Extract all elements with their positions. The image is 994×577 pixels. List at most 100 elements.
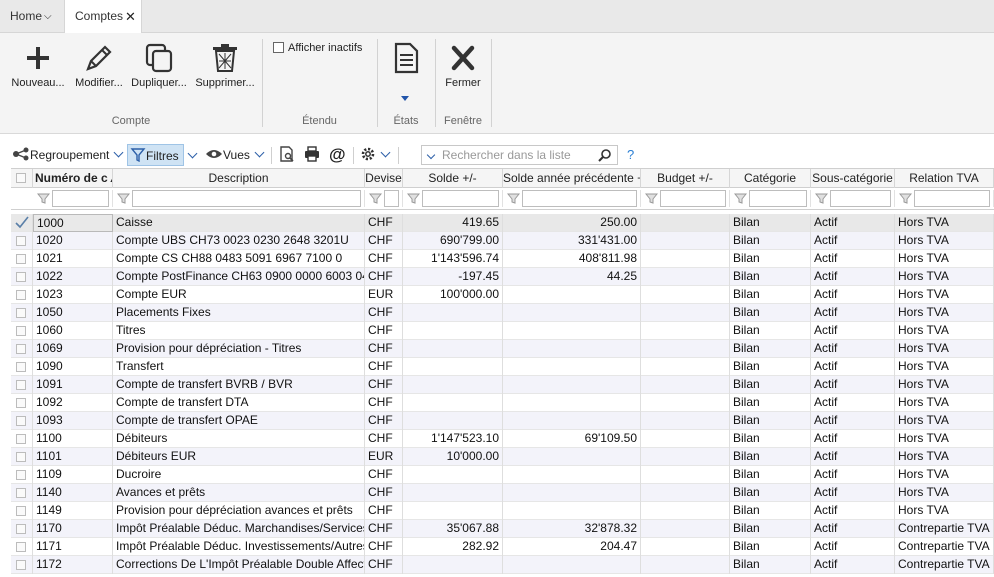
row-checkbox[interactable] bbox=[16, 272, 26, 282]
cell-num[interactable]: 1100 bbox=[33, 430, 113, 448]
cell-num[interactable]: 1000 bbox=[33, 214, 113, 232]
cell-desc[interactable]: Transfert bbox=[113, 358, 365, 376]
cell-tva[interactable]: Contrepartie TVA bbox=[895, 556, 994, 574]
cell-sous[interactable]: Actif bbox=[811, 538, 895, 556]
modifier-button[interactable]: Modifier... bbox=[72, 41, 126, 89]
cell-devise[interactable]: CHF bbox=[365, 322, 403, 340]
email-button[interactable]: @ bbox=[329, 144, 346, 166]
nouveau-button[interactable]: Nouveau... bbox=[10, 41, 66, 89]
cell-prec[interactable] bbox=[503, 484, 641, 502]
table-row[interactable]: 1091 Compte de transfert BVRB / BVR CHF Bil… bbox=[11, 376, 994, 394]
close-tab-icon[interactable]: ✕ bbox=[125, 0, 136, 33]
afficher-inactifs-checkbox[interactable]: Afficher inactifs bbox=[273, 42, 362, 54]
cell-sous[interactable]: Actif bbox=[811, 556, 895, 574]
col-categorie[interactable]: Catégorie bbox=[730, 169, 811, 188]
cell-devise[interactable]: EUR bbox=[365, 448, 403, 466]
cell-tva[interactable]: Hors TVA bbox=[895, 448, 994, 466]
cell-prec[interactable] bbox=[503, 358, 641, 376]
cell-desc[interactable]: Compte de transfert BVRB / BVR bbox=[113, 376, 365, 394]
table-row[interactable]: 1022 Compte PostFinance CH63 0900 0000 60… bbox=[11, 268, 994, 286]
cell-sous[interactable]: Actif bbox=[811, 322, 895, 340]
cell-prec[interactable] bbox=[503, 502, 641, 520]
cell-tva[interactable]: Hors TVA bbox=[895, 268, 994, 286]
filter-icon[interactable] bbox=[117, 193, 130, 204]
cell-tva[interactable]: Hors TVA bbox=[895, 394, 994, 412]
filter-input[interactable] bbox=[660, 190, 726, 207]
col-solde[interactable]: Solde +/- bbox=[403, 169, 503, 188]
vues-button[interactable]: Vues bbox=[205, 144, 265, 166]
table-row[interactable]: 1069 Provision pour dépréciation - Titres… bbox=[11, 340, 994, 358]
cell-num[interactable]: 1091 bbox=[33, 376, 113, 394]
filter-input[interactable] bbox=[914, 190, 990, 207]
row-checkbox[interactable] bbox=[16, 290, 26, 300]
chevron-down-icon[interactable] bbox=[380, 147, 391, 158]
table-row[interactable]: 1021 Compte CS CH88 0483 5091 6967 7100 0… bbox=[11, 250, 994, 268]
filter-cell-budget[interactable] bbox=[641, 190, 730, 207]
print-button[interactable] bbox=[303, 144, 321, 166]
cell-cat[interactable]: Bilan bbox=[730, 304, 811, 322]
filter-cell-prec[interactable] bbox=[503, 190, 641, 207]
cell-devise[interactable]: CHF bbox=[365, 304, 403, 322]
row-checkbox[interactable] bbox=[16, 326, 26, 336]
row-checkbox[interactable] bbox=[16, 560, 26, 570]
cell-sous[interactable]: Actif bbox=[811, 340, 895, 358]
filter-icon[interactable] bbox=[815, 193, 828, 204]
chevron-down-icon[interactable] bbox=[254, 147, 265, 158]
tab-home[interactable]: Home ⌵ bbox=[0, 0, 64, 33]
table-row[interactable]: 1050 Placements Fixes CHF Bilan Actif Hors TV… bbox=[11, 304, 994, 322]
cell-sous[interactable]: Actif bbox=[811, 448, 895, 466]
row-checkbox[interactable] bbox=[16, 254, 26, 264]
filter-input[interactable] bbox=[422, 190, 499, 207]
cell-prec[interactable] bbox=[503, 376, 641, 394]
row-select-cell[interactable] bbox=[11, 232, 33, 250]
cell-sous[interactable]: Actif bbox=[811, 520, 895, 538]
cell-tva[interactable]: Hors TVA bbox=[895, 304, 994, 322]
cell-solde[interactable] bbox=[403, 394, 503, 412]
chevron-down-icon[interactable]: ⌵ bbox=[44, 0, 52, 33]
checkbox-box[interactable] bbox=[273, 42, 284, 53]
cell-solde[interactable]: 419.65 bbox=[403, 214, 503, 232]
cell-num[interactable]: 1170 bbox=[33, 520, 113, 538]
cell-num[interactable]: 1171 bbox=[33, 538, 113, 556]
cell-cat[interactable]: Bilan bbox=[730, 250, 811, 268]
cell-tva[interactable]: Hors TVA bbox=[895, 322, 994, 340]
cell-cat[interactable]: Bilan bbox=[730, 286, 811, 304]
filter-input[interactable] bbox=[522, 190, 637, 207]
cell-budget[interactable] bbox=[641, 538, 730, 556]
cell-devise[interactable]: CHF bbox=[365, 556, 403, 574]
cell-cat[interactable]: Bilan bbox=[730, 322, 811, 340]
cell-budget[interactable] bbox=[641, 430, 730, 448]
table-row[interactable]: 1101 Débiteurs EUR EUR 10'000.00 Bilan Actif H… bbox=[11, 448, 994, 466]
row-select-cell[interactable] bbox=[11, 214, 33, 232]
cell-solde[interactable] bbox=[403, 466, 503, 484]
print-preview-button[interactable] bbox=[278, 144, 296, 166]
cell-devise[interactable]: CHF bbox=[365, 250, 403, 268]
cell-tva[interactable]: Hors TVA bbox=[895, 340, 994, 358]
cell-prec[interactable]: 331'431.00 bbox=[503, 232, 641, 250]
cell-cat[interactable]: Bilan bbox=[730, 556, 811, 574]
cell-devise[interactable]: CHF bbox=[365, 340, 403, 358]
row-checkbox[interactable] bbox=[16, 380, 26, 390]
cell-devise[interactable]: CHF bbox=[365, 268, 403, 286]
etats-dropdown-arrow[interactable] bbox=[401, 96, 409, 101]
cell-num[interactable]: 1149 bbox=[33, 502, 113, 520]
cell-solde[interactable] bbox=[403, 376, 503, 394]
cell-prec[interactable] bbox=[503, 304, 641, 322]
filter-icon[interactable] bbox=[899, 193, 912, 204]
filter-cell-tva[interactable] bbox=[895, 190, 994, 207]
row-select-cell[interactable] bbox=[11, 466, 33, 484]
cell-cat[interactable]: Bilan bbox=[730, 448, 811, 466]
cell-desc[interactable]: Impôt Préalable Déduc. Investissements/A… bbox=[113, 538, 365, 556]
cell-devise[interactable]: CHF bbox=[365, 214, 403, 232]
row-select-cell[interactable] bbox=[11, 412, 33, 430]
filter-cell-cat[interactable] bbox=[730, 190, 811, 207]
col-devise[interactable]: Devise bbox=[365, 169, 403, 188]
cell-cat[interactable]: Bilan bbox=[730, 268, 811, 286]
filter-cell-num[interactable] bbox=[33, 190, 113, 207]
cell-sous[interactable]: Actif bbox=[811, 466, 895, 484]
cell-budget[interactable] bbox=[641, 358, 730, 376]
cell-tva[interactable]: Hors TVA bbox=[895, 232, 994, 250]
cell-desc[interactable]: Compte UBS CH73 0023 0230 2648 3201U bbox=[113, 232, 365, 250]
table-row[interactable]: 1149 Provision pour dépréciation avances … bbox=[11, 502, 994, 520]
cell-num[interactable]: 1101 bbox=[33, 448, 113, 466]
